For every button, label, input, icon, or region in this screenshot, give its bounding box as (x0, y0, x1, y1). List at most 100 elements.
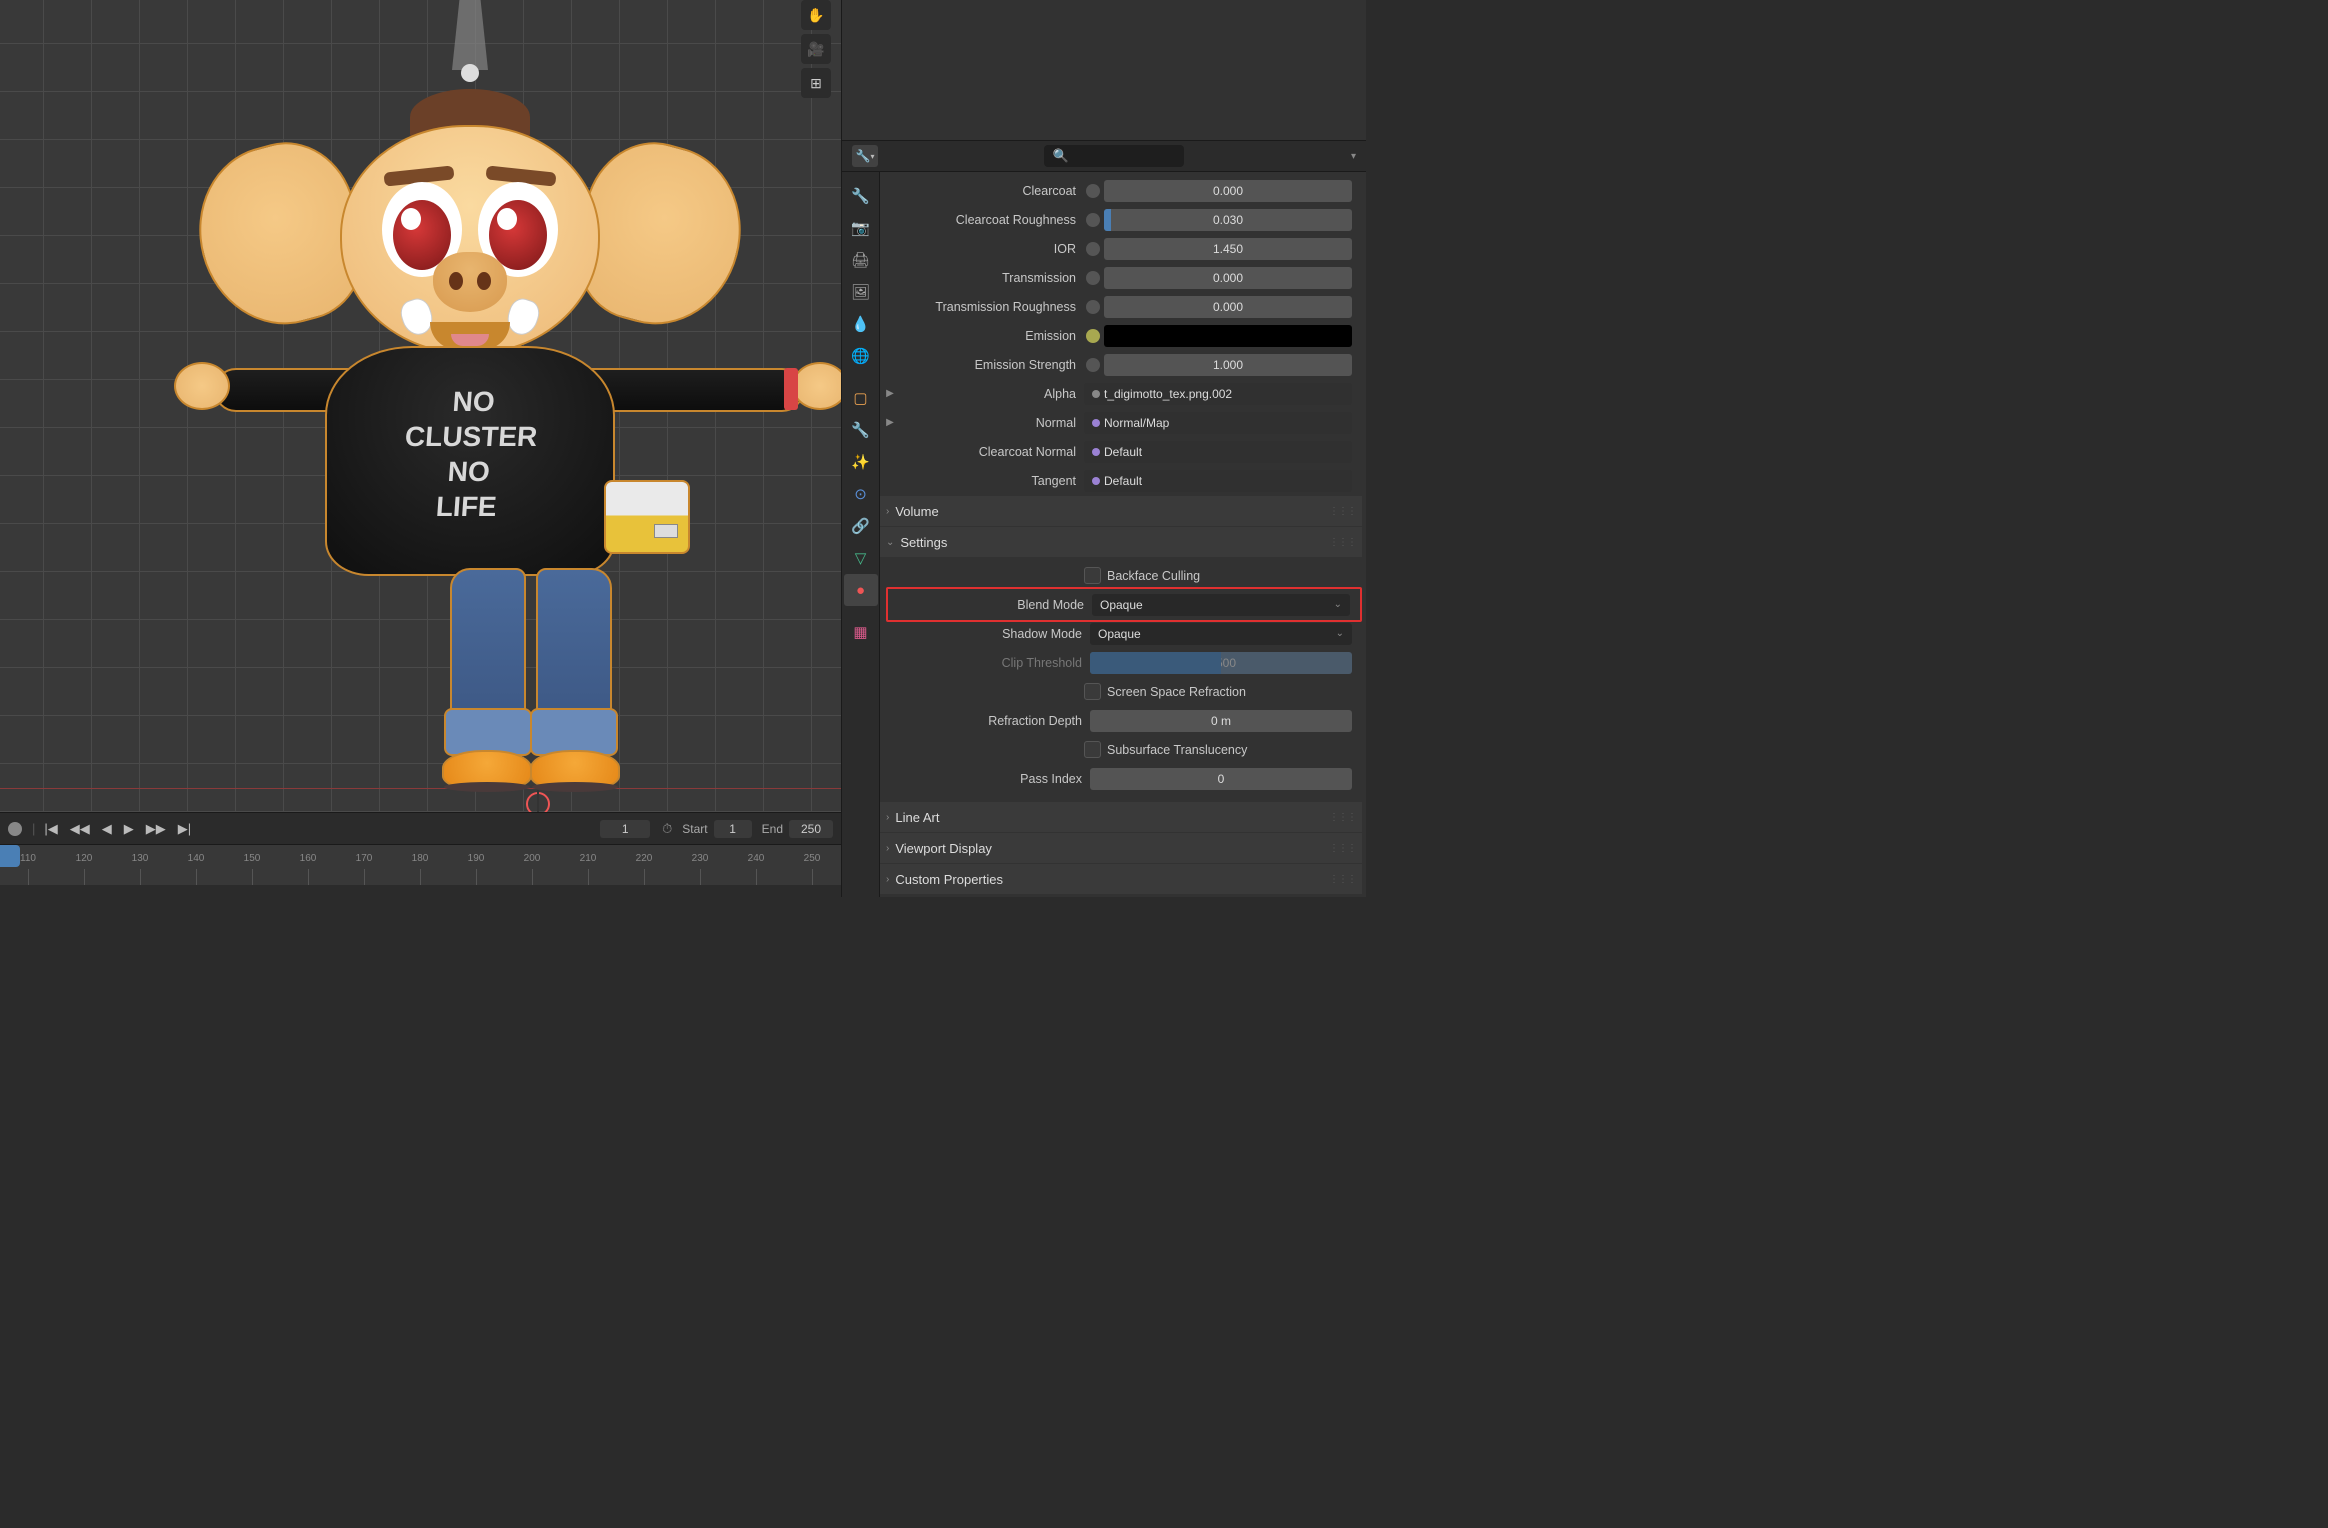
tab-texture[interactable]: ▦ (844, 616, 878, 648)
tick-label: 250 (804, 853, 821, 864)
properties-tabs: 🔧 📷 🖨 🖼 💧 🌐 ▢ 🔧 ✨ ⊙ 🔗 ▽ ● ▦ (842, 172, 880, 897)
tab-render[interactable]: 📷 (844, 212, 878, 244)
panel-line-art[interactable]: ›Line Art⋮⋮⋮ (880, 802, 1362, 832)
end-frame-field[interactable]: 250 (789, 820, 833, 838)
normal-label: Normal (902, 416, 1082, 430)
clearcoat-slider[interactable]: 0.000 (1104, 180, 1352, 202)
shadow-mode-select[interactable]: Opaque⌄ (1090, 623, 1352, 645)
clearcoat-label: Clearcoat (902, 184, 1082, 198)
clip-threshold-label: Clip Threshold (908, 656, 1088, 670)
alpha-expand[interactable]: ▶ (880, 388, 900, 399)
alpha-label: Alpha (902, 387, 1082, 401)
tick-label: 230 (692, 853, 709, 864)
panel-settings[interactable]: ⌄Settings⋮⋮⋮ (880, 527, 1362, 557)
transmission-roughness-label: Transmission Roughness (902, 300, 1082, 314)
clearcoat-normal-link[interactable]: Default (1084, 441, 1352, 463)
emission-strength-socket[interactable] (1086, 358, 1100, 372)
panel-viewport-display[interactable]: ›Viewport Display⋮⋮⋮ (880, 833, 1362, 863)
alpha-link[interactable]: t_digimotto_tex.png.002 (1084, 383, 1352, 405)
tick-label: 120 (76, 853, 93, 864)
subsurface-translucency-checkbox[interactable] (1084, 741, 1101, 758)
auto-keying-toggle[interactable] (8, 822, 22, 836)
grid-icon[interactable]: ⊞ (801, 68, 831, 98)
timeline-ruler[interactable]: 1101201301401501601701801902002102202302… (0, 845, 841, 885)
subsurface-translucency-label: Subsurface Translucency (1107, 743, 1247, 757)
tab-modifier[interactable]: 🔧 (844, 414, 878, 446)
transmission-slider[interactable]: 0.000 (1104, 267, 1352, 289)
jump-end-button[interactable]: ▶| (175, 819, 194, 839)
backface-culling-checkbox[interactable] (1084, 567, 1101, 584)
pass-index-label: Pass Index (908, 772, 1088, 786)
clearcoat-socket[interactable] (1086, 184, 1100, 198)
clearcoat-roughness-slider[interactable]: 0.030 (1104, 209, 1352, 231)
play-button[interactable]: ▶ (121, 819, 137, 839)
tick-label: 190 (468, 853, 485, 864)
tick-label: 180 (412, 853, 429, 864)
viewport-3d[interactable]: NO CLUSTER NO LIFE ✋ 🎥 ⊞ (0, 0, 841, 812)
start-frame-field[interactable]: 1 (714, 820, 752, 838)
transmission-roughness-socket[interactable] (1086, 300, 1100, 314)
current-frame-field[interactable]: 1 (600, 820, 650, 838)
outliner-area[interactable] (841, 0, 1366, 140)
keyframe-next-button[interactable]: ▶▶ (143, 819, 169, 839)
panel-custom-properties[interactable]: ›Custom Properties⋮⋮⋮ (880, 864, 1362, 894)
properties-search[interactable]: 🔍 (1044, 145, 1184, 167)
ior-slider[interactable]: 1.450 (1104, 238, 1352, 260)
shirt-text: NO CLUSTER NO LIFE (322, 384, 618, 524)
tab-particle[interactable]: ✨ (844, 446, 878, 478)
normal-expand[interactable]: ▶ (880, 417, 900, 428)
clearcoat-roughness-label: Clearcoat Roughness (902, 213, 1082, 227)
emission-color[interactable] (1104, 325, 1352, 347)
character-model[interactable]: NO CLUSTER NO LIFE (110, 10, 830, 800)
transmission-socket[interactable] (1086, 271, 1100, 285)
panel-volume[interactable]: ›Volume⋮⋮⋮ (880, 496, 1362, 526)
tab-constraint[interactable]: 🔗 (844, 510, 878, 542)
ior-socket[interactable] (1086, 242, 1100, 256)
tick-label: 210 (580, 853, 597, 864)
tangent-label: Tangent (902, 474, 1082, 488)
tab-world[interactable]: 🌐 (844, 340, 878, 372)
pass-index-slider[interactable]: 0 (1090, 768, 1352, 790)
blend-mode-label: Blend Mode (910, 598, 1090, 612)
screen-space-refraction-checkbox[interactable] (1084, 683, 1101, 700)
properties-panel: 🔧 📷 🖨 🖼 💧 🌐 ▢ 🔧 ✨ ⊙ 🔗 ▽ ● ▦ Clearcoat 0.… (841, 172, 1366, 897)
tab-view-layer[interactable]: 🖼 (844, 276, 878, 308)
tab-physics[interactable]: ⊙ (844, 478, 878, 510)
pan-icon[interactable]: ✋ (801, 0, 831, 30)
clearcoat-roughness-socket[interactable] (1086, 213, 1100, 227)
jump-start-button[interactable]: |◀ (41, 819, 60, 839)
search-icon: 🔍 (1052, 148, 1068, 164)
ior-label: IOR (902, 242, 1082, 256)
tab-output[interactable]: 🖨 (844, 244, 878, 276)
refraction-depth-slider[interactable]: 0 m (1090, 710, 1352, 732)
emission-strength-slider[interactable]: 1.000 (1104, 354, 1352, 376)
tab-data[interactable]: ▽ (844, 542, 878, 574)
tick-label: 130 (132, 853, 149, 864)
tab-object[interactable]: ▢ (844, 382, 878, 414)
spot-light-cone (452, 0, 488, 70)
tab-tool[interactable]: 🔧 (844, 180, 878, 212)
keyframe-prev-button[interactable]: ◀◀ (67, 819, 93, 839)
tick-label: 160 (300, 853, 317, 864)
shadow-mode-label: Shadow Mode (908, 627, 1088, 641)
properties-content: Clearcoat 0.000 Clearcoat Roughness 0.03… (880, 172, 1366, 897)
normal-link[interactable]: Normal/Map (1084, 412, 1352, 434)
start-label: Start (682, 822, 707, 836)
screen-space-refraction-label: Screen Space Refraction (1107, 685, 1246, 699)
tick-label: 150 (244, 853, 261, 864)
emission-socket[interactable] (1086, 329, 1100, 343)
transmission-label: Transmission (902, 271, 1082, 285)
camera-icon[interactable]: 🎥 (801, 34, 831, 64)
playhead[interactable] (0, 845, 20, 867)
character-shirt: NO CLUSTER NO LIFE (325, 346, 615, 576)
transmission-roughness-slider[interactable]: 0.000 (1104, 296, 1352, 318)
editor-type-selector[interactable]: 🔧▾ (852, 145, 878, 167)
tab-material[interactable]: ● (844, 574, 878, 606)
clip-threshold-slider: 0.500 (1090, 652, 1352, 674)
tab-scene[interactable]: 💧 (844, 308, 878, 340)
blend-mode-select[interactable]: Opaque⌄ (1092, 594, 1350, 616)
tick-label: 140 (188, 853, 205, 864)
play-reverse-button[interactable]: ◀ (99, 819, 115, 839)
options-dropdown[interactable]: ▾ (1351, 151, 1356, 162)
tangent-link[interactable]: Default (1084, 470, 1352, 492)
